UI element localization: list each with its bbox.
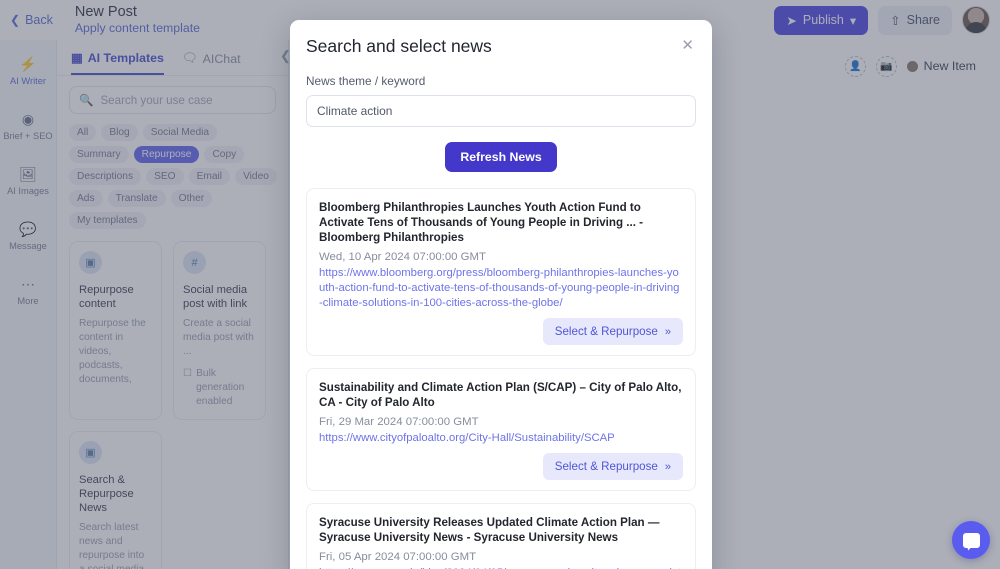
double-chevron-right-icon: » bbox=[664, 325, 671, 338]
news-date: Fri, 29 Mar 2024 07:00:00 GMT bbox=[319, 416, 479, 428]
chat-widget-icon bbox=[962, 532, 980, 548]
news-title: Sustainability and Climate Action Plan (… bbox=[319, 381, 682, 409]
news-date: Wed, 10 Apr 2024 07:00:00 GMT bbox=[319, 251, 486, 263]
double-chevron-right-icon: » bbox=[664, 460, 671, 473]
news-title: Bloomberg Philanthropies Launches Youth … bbox=[319, 201, 644, 244]
select-repurpose-button[interactable]: Select & Repurpose » bbox=[542, 318, 683, 345]
search-news-modal: Search and select news ✕ News theme / ke… bbox=[290, 20, 712, 569]
modal-body: Search and select news ✕ News theme / ke… bbox=[290, 20, 712, 569]
news-theme-label: News theme / keyword bbox=[306, 74, 426, 88]
select-repurpose-button[interactable]: Select & Repurpose » bbox=[542, 453, 683, 480]
refresh-row: Refresh News bbox=[306, 142, 696, 172]
modal-header: Search and select news ✕ bbox=[306, 36, 696, 57]
news-action-row: Select & Repurpose » bbox=[319, 318, 683, 345]
news-result-item[interactable]: Syracuse University Releases Updated Cli… bbox=[306, 503, 696, 569]
news-title: Syracuse University Releases Updated Cli… bbox=[319, 516, 660, 544]
app-root: ❮ Back New Post Apply content template ➤… bbox=[0, 0, 1000, 569]
refresh-news-button[interactable]: Refresh News bbox=[445, 142, 557, 172]
news-result-item[interactable]: Bloomberg Philanthropies Launches Youth … bbox=[306, 188, 696, 356]
news-result-item[interactable]: Sustainability and Climate Action Plan (… bbox=[306, 368, 696, 491]
news-url[interactable]: https://www.bloomberg.org/press/bloomber… bbox=[319, 266, 683, 311]
news-url[interactable]: https://www.cityofpaloalto.org/City-Hall… bbox=[319, 431, 683, 446]
select-repurpose-label: Select & Repurpose bbox=[554, 325, 658, 338]
chat-widget-button[interactable] bbox=[952, 521, 990, 559]
news-action-row: Select & Repurpose » bbox=[319, 453, 683, 480]
close-icon[interactable]: ✕ bbox=[679, 36, 696, 56]
news-date: Fri, 05 Apr 2024 07:00:00 GMT bbox=[319, 551, 477, 563]
modal-title: Search and select news bbox=[306, 36, 492, 56]
news-theme-input[interactable] bbox=[306, 95, 696, 127]
news-results-list: Bloomberg Philanthropies Launches Youth … bbox=[306, 188, 696, 569]
select-repurpose-label: Select & Repurpose bbox=[554, 460, 658, 473]
